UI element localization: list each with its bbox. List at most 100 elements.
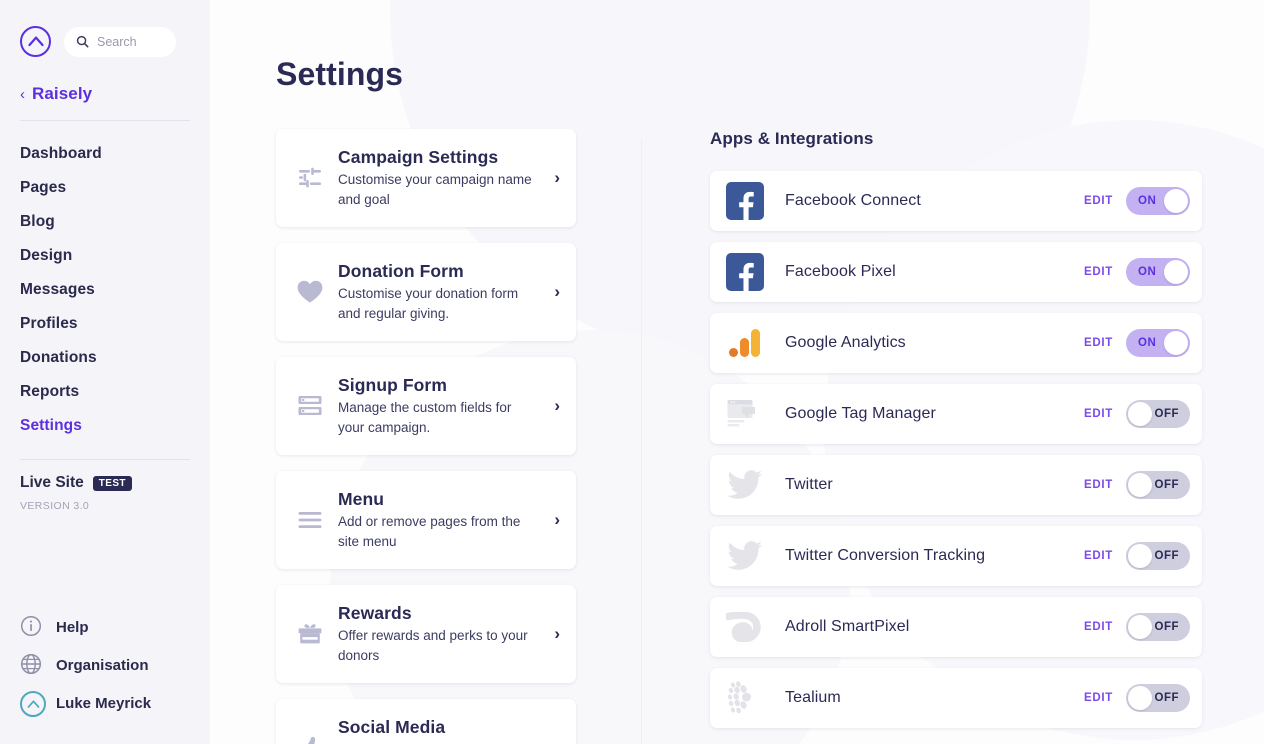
sidebar-item-user[interactable]: Luke Meyrick <box>0 684 210 722</box>
sidebar: ‹ Raisely Dashboard Pages Blog Design Me… <box>0 0 210 744</box>
setting-card-text: Rewards Offer rewards and perks to your … <box>330 602 540 666</box>
app-row-facebook-pixel[interactable]: Facebook Pixel EDIT ON <box>710 242 1202 302</box>
sidebar-item-reports[interactable]: Reports <box>0 375 210 409</box>
gift-icon <box>290 622 330 646</box>
setting-card-title: Signup Form <box>338 375 448 395</box>
sidebar-item-dashboard[interactable]: Dashboard <box>0 137 210 171</box>
app-row-tealium[interactable]: Tealium EDIT OFF <box>710 668 1202 728</box>
sidebar-item-profiles[interactable]: Profiles <box>0 307 210 341</box>
app-name: Google Tag Manager <box>785 405 936 422</box>
toggle-knob <box>1164 189 1188 213</box>
chevron-left-icon: ‹ <box>20 86 25 103</box>
edit-button[interactable]: EDIT <box>1084 266 1113 278</box>
toggle-switch[interactable]: OFF <box>1126 471 1190 499</box>
edit-button[interactable]: EDIT <box>1084 195 1113 207</box>
sidebar-item-pages[interactable]: Pages <box>0 171 210 205</box>
sidebar-item-messages[interactable]: Messages <box>0 273 210 307</box>
facebook-icon <box>724 180 766 222</box>
app-name: Facebook Pixel <box>785 263 896 280</box>
app-row-adroll-smartpixel[interactable]: Adroll SmartPixel EDIT OFF <box>710 597 1202 657</box>
brand-row <box>0 26 210 57</box>
sidebar-divider-bottom <box>20 459 190 460</box>
toggle-switch[interactable]: ON <box>1126 329 1190 357</box>
sidebar-item-donations[interactable]: Donations <box>0 341 210 375</box>
toggle-switch[interactable]: ON <box>1126 187 1190 215</box>
chevron-right-icon: › <box>540 738 560 744</box>
sidebar-item-settings[interactable]: Settings <box>0 409 210 443</box>
toggle-knob <box>1128 473 1152 497</box>
setting-card-signup-form[interactable]: Signup Form Manage the custom fields for… <box>276 357 576 455</box>
setting-card-text: Donation Form Customise your donation fo… <box>330 260 540 324</box>
edit-button[interactable]: EDIT <box>1084 692 1113 704</box>
back-to-raisely[interactable]: ‹ Raisely <box>0 84 210 104</box>
edit-button[interactable]: EDIT <box>1084 408 1113 420</box>
apps-integrations-panel: Apps & Integrations Facebook Connect EDI… <box>710 129 1202 744</box>
app-name: Adroll SmartPixel <box>785 618 910 635</box>
setting-card-text: Campaign Settings Customise your campaig… <box>330 146 540 210</box>
sidebar-top: ‹ Raisely Dashboard Pages Blog Design Me… <box>0 0 210 512</box>
setting-card-rewards[interactable]: Rewards Offer rewards and perks to your … <box>276 585 576 683</box>
setting-card-text: Menu Add or remove pages from the site m… <box>330 488 540 552</box>
toggle-switch[interactable]: OFF <box>1126 613 1190 641</box>
heart-icon <box>290 279 330 305</box>
globe-icon <box>20 653 44 677</box>
content-area: Settings Campaign Settings Customise you… <box>210 0 1264 744</box>
sliders-icon <box>290 165 330 191</box>
edit-button[interactable]: EDIT <box>1084 479 1113 491</box>
toggle-knob <box>1128 544 1152 568</box>
edit-button[interactable]: EDIT <box>1084 621 1113 633</box>
toggle-label: OFF <box>1154 479 1179 491</box>
twitter-icon <box>724 535 766 577</box>
setting-card-title: Campaign Settings <box>338 147 499 167</box>
toggle-switch[interactable]: OFF <box>1126 542 1190 570</box>
app-row-google-tag-manager[interactable]: Google Tag Manager EDIT OFF <box>710 384 1202 444</box>
apps-section-title: Apps & Integrations <box>710 129 874 148</box>
toggle-label: ON <box>1138 337 1157 349</box>
thumbs-up-icon <box>290 735 330 744</box>
app-root: ‹ Raisely Dashboard Pages Blog Design Me… <box>0 0 1264 744</box>
form-fields-icon <box>290 394 330 418</box>
toggle-label: ON <box>1138 195 1157 207</box>
toggle-switch[interactable]: OFF <box>1126 684 1190 712</box>
sidebar-item-blog[interactable]: Blog <box>0 205 210 239</box>
setting-card-desc: Add or remove pages from the site menu <box>338 514 521 549</box>
setting-card-social-media[interactable]: Social Media Control how your campaign l… <box>276 699 576 744</box>
toggle-knob <box>1128 615 1152 639</box>
sidebar-item-design[interactable]: Design <box>0 239 210 273</box>
setting-card-donation-form[interactable]: Donation Form Customise your donation fo… <box>276 243 576 341</box>
adroll-icon <box>724 606 766 648</box>
page-title: Settings <box>276 56 404 92</box>
sidebar-item-organisation[interactable]: Organisation <box>0 646 210 684</box>
setting-card-title: Social Media <box>338 717 446 737</box>
sidebar-footer: Help Organisation Luke Meyrick <box>0 608 210 744</box>
app-row-google-analytics[interactable]: Google Analytics EDIT ON <box>710 313 1202 373</box>
version-label: VERSION 3.0 <box>20 500 90 512</box>
info-circle-icon <box>20 615 44 639</box>
search-input[interactable] <box>97 34 164 49</box>
edit-button[interactable]: EDIT <box>1084 337 1113 349</box>
toggle-switch[interactable]: OFF <box>1126 400 1190 428</box>
chevron-right-icon: › <box>554 624 560 643</box>
back-label: Raisely <box>32 84 93 103</box>
search-box[interactable] <box>64 26 176 57</box>
app-row-twitter-conversion-tracking[interactable]: Twitter Conversion Tracking EDIT OFF <box>710 526 1202 586</box>
edit-button[interactable]: EDIT <box>1084 550 1113 562</box>
toggle-knob <box>1128 686 1152 710</box>
app-row-twitter[interactable]: Twitter EDIT OFF <box>710 455 1202 515</box>
setting-card-campaign-settings[interactable]: Campaign Settings Customise your campaig… <box>276 129 576 227</box>
search-icon <box>76 35 89 48</box>
settings-card-list: Campaign Settings Customise your campaig… <box>276 129 576 744</box>
sidebar-divider-top <box>20 120 190 121</box>
raisely-logo-icon[interactable] <box>20 26 51 57</box>
live-site-label: Live Site <box>20 474 84 491</box>
toggle-label: OFF <box>1154 408 1179 420</box>
toggle-switch[interactable]: ON <box>1126 258 1190 286</box>
app-row-facebook-connect[interactable]: Facebook Connect EDIT ON <box>710 171 1202 231</box>
app-name: Google Analytics <box>785 334 906 351</box>
google-analytics-icon <box>724 322 766 364</box>
live-site-row[interactable]: Live Site TEST <box>20 474 190 492</box>
sidebar-item-help[interactable]: Help <box>0 608 210 646</box>
setting-card-menu[interactable]: Menu Add or remove pages from the site m… <box>276 471 576 569</box>
google-tag-manager-icon <box>724 393 766 435</box>
setting-card-text: Signup Form Manage the custom fields for… <box>330 374 540 438</box>
